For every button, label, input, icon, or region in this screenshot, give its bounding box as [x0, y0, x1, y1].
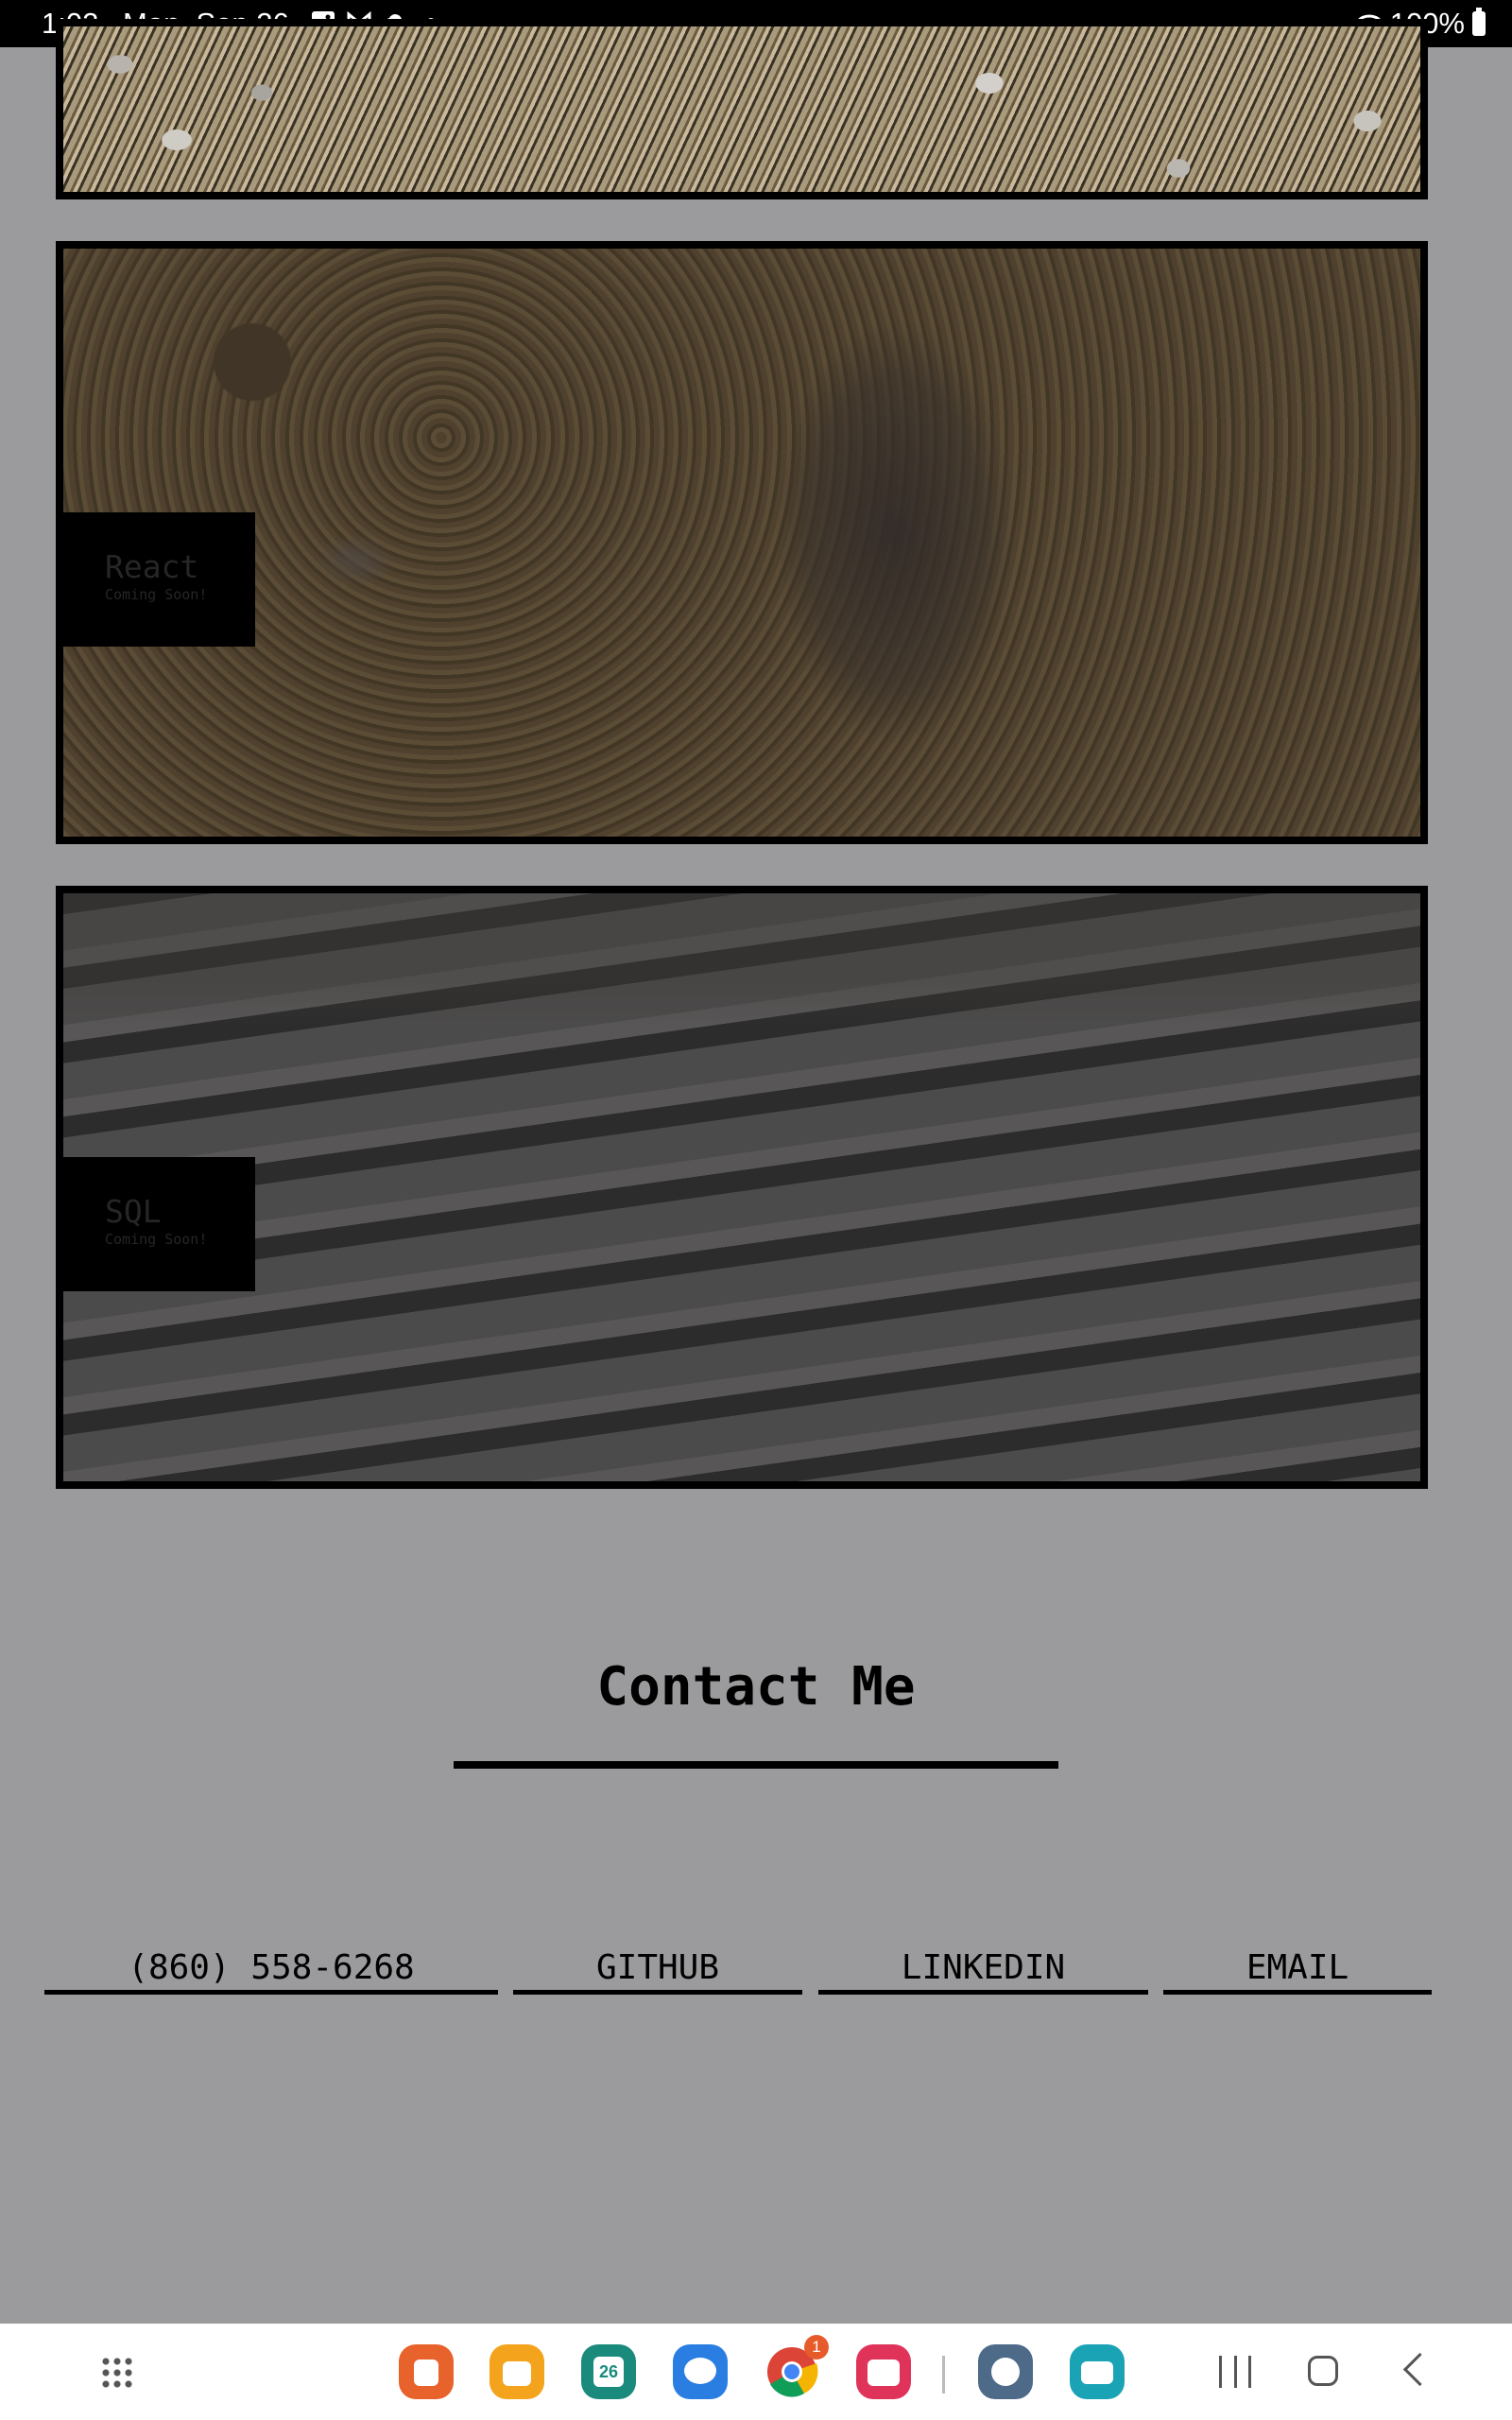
camera-app-icon[interactable]: [856, 2344, 911, 2399]
recents-button[interactable]: [1219, 2356, 1251, 2388]
linkedin-link[interactable]: LINKEDIN: [818, 1947, 1148, 1995]
project-title: React: [105, 548, 199, 585]
app-drawer-icon[interactable]: [100, 2356, 134, 2390]
email-link[interactable]: EMAIL: [1163, 1947, 1432, 1995]
battery-icon: [1472, 8, 1486, 36]
calendar-app-icon[interactable]: 26: [581, 2344, 636, 2399]
project-title: SQL: [105, 1193, 162, 1230]
settings-app-icon[interactable]: [978, 2344, 1033, 2399]
navigation-bar: 26 1: [0, 2324, 1512, 2420]
contact-divider: [454, 1761, 1058, 1769]
messages-app-icon[interactable]: [673, 2344, 728, 2399]
image-overlay: [63, 893, 1420, 1481]
project-card-1[interactable]: [56, 19, 1428, 199]
project-label-box: SQL Coming Soon!: [63, 1157, 255, 1291]
project-image-pebbles: [63, 26, 1420, 192]
notes-app-icon[interactable]: [399, 2344, 454, 2399]
github-link[interactable]: GITHUB: [513, 1947, 802, 1995]
project-subtitle: Coming Soon!: [105, 586, 208, 603]
phone-link[interactable]: (860) 558-6268: [44, 1947, 498, 1995]
chrome-app-icon[interactable]: 1: [765, 2335, 829, 2399]
keyboard-app-icon[interactable]: [1070, 2344, 1125, 2399]
project-card-react[interactable]: React Coming Soon!: [56, 241, 1428, 844]
back-button[interactable]: [1402, 2352, 1437, 2387]
project-card-sql[interactable]: SQL Coming Soon!: [56, 886, 1428, 1489]
notification-badge: 1: [804, 2335, 829, 2360]
calendar-date: 26: [593, 2357, 624, 2387]
project-subtitle: Coming Soon!: [105, 1231, 208, 1248]
image-overlay: [63, 249, 1420, 837]
project-label-box: React Coming Soon!: [63, 512, 255, 647]
taskbar-separator: [942, 2356, 945, 2394]
contact-links: (860) 558-6268 GITHUB LINKEDIN EMAIL: [0, 1947, 1512, 1995]
files-app-icon[interactable]: [490, 2344, 544, 2399]
contact-heading: Contact Me: [596, 1656, 916, 1718]
home-button[interactable]: [1308, 2356, 1338, 2386]
